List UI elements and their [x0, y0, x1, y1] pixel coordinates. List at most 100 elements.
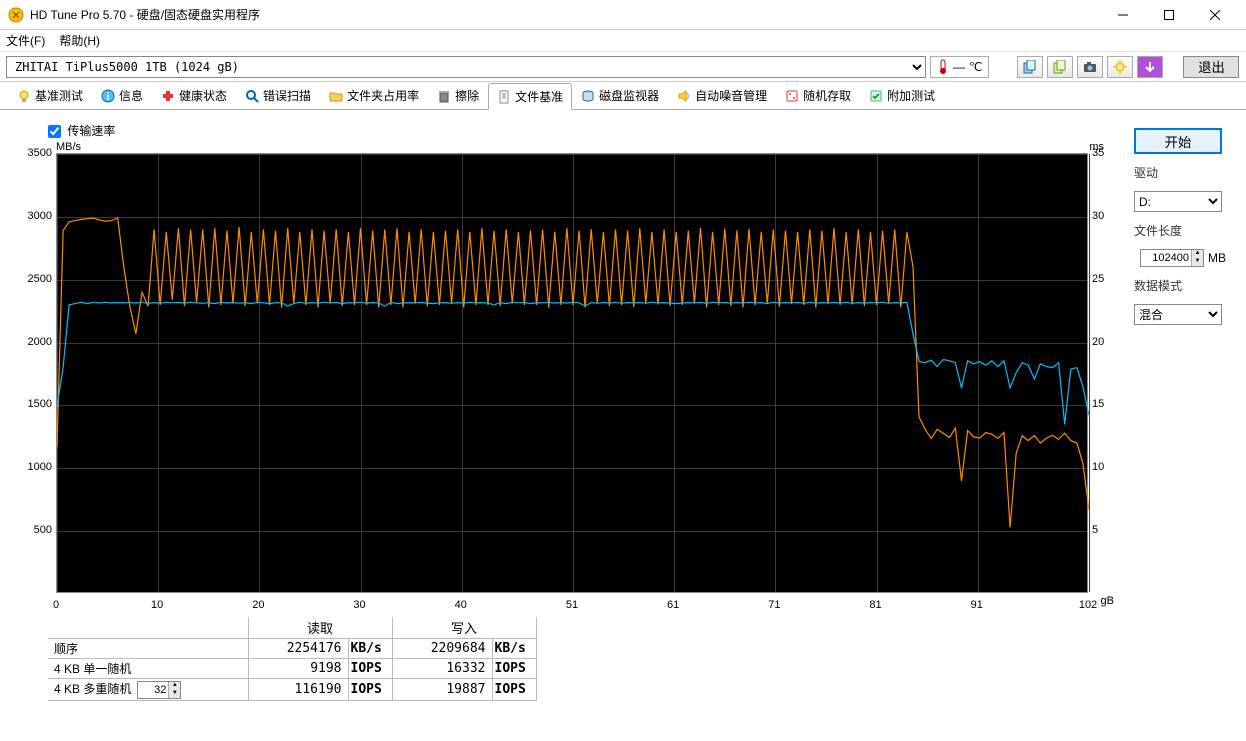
copy-info-button[interactable]: [1017, 56, 1043, 78]
tab-label: 擦除: [455, 87, 479, 104]
read-unit: IOPS: [348, 679, 392, 701]
disk-icon: [581, 89, 595, 103]
y-left-tick: 3000: [16, 210, 52, 222]
tab-label: 磁盘监视器: [599, 87, 659, 104]
minimize-button[interactable]: [1100, 0, 1146, 30]
tab-5[interactable]: 擦除: [428, 82, 488, 109]
copy-result-button[interactable]: [1047, 56, 1073, 78]
app-icon: [8, 7, 24, 23]
titlebar: HD Tune Pro 5.70 - 硬盘/固态硬盘实用程序: [0, 0, 1246, 30]
tab-label: 健康状态: [179, 87, 227, 104]
menu-file[interactable]: 文件(F): [6, 32, 45, 49]
write-unit: IOPS: [492, 659, 536, 679]
temp-value: —: [953, 60, 965, 74]
tab-2[interactable]: 健康状态: [152, 82, 236, 109]
lightbulb-icon: [17, 89, 31, 103]
write-value: 19887: [392, 679, 492, 701]
drive-select[interactable]: ZHITAI TiPlus5000 1TB (1024 gB): [6, 56, 926, 78]
extra-icon: [869, 89, 883, 103]
read-value: 9198: [248, 659, 348, 679]
y-right-tick: 15: [1092, 398, 1114, 410]
read-value: 2254176: [248, 639, 348, 659]
write-unit: IOPS: [492, 679, 536, 701]
column-header-read: 读取: [248, 617, 392, 639]
result-row-label: 4 KB 多重随机▲▼: [48, 679, 248, 701]
settings-button[interactable]: [1107, 56, 1133, 78]
y-left-tick: 2000: [16, 336, 52, 348]
write-value: 16332: [392, 659, 492, 679]
save-button[interactable]: [1137, 56, 1163, 78]
y-right-tick: 5: [1092, 524, 1114, 536]
tab-8[interactable]: 自动噪音管理: [668, 82, 776, 109]
filelen-input[interactable]: [1141, 250, 1191, 266]
temperature-display: — ℃: [930, 56, 989, 78]
filelen-label: 文件长度: [1134, 222, 1234, 239]
x-tick: 61: [667, 599, 679, 611]
toolbar: ZHITAI TiPlus5000 1TB (1024 gB) — ℃ 退出: [0, 52, 1246, 82]
y-left-tick: 500: [16, 524, 52, 536]
filelen-up[interactable]: ▲: [1191, 250, 1203, 258]
file-icon: [497, 90, 511, 104]
tab-label: 文件基准: [515, 88, 563, 105]
tab-3[interactable]: 错误扫描: [236, 82, 320, 109]
search-icon: [245, 89, 259, 103]
result-row-label: 4 KB 单一随机: [48, 659, 248, 679]
series-read_speed_mb_s: [57, 302, 1089, 424]
y-left-tick: 1500: [16, 398, 52, 410]
read-unit: KB/s: [348, 639, 392, 659]
tab-label: 自动噪音管理: [695, 87, 767, 104]
y-right-tick: 10: [1092, 461, 1114, 473]
menu-help[interactable]: 帮助(H): [59, 32, 100, 49]
close-button[interactable]: [1192, 0, 1238, 30]
tab-7[interactable]: 磁盘监视器: [572, 82, 668, 109]
series-write_speed_mb_s: [57, 218, 1089, 527]
filelen-down[interactable]: ▼: [1191, 258, 1203, 266]
temp-unit: ℃: [969, 60, 982, 74]
drive-letter-select[interactable]: D:: [1134, 191, 1222, 212]
maximize-button[interactable]: [1146, 0, 1192, 30]
tab-1[interactable]: i信息: [92, 82, 152, 109]
write-value: 2209684: [392, 639, 492, 659]
qd-up[interactable]: ▲: [168, 682, 180, 690]
results-table: 读取 写入 顺序2254176KB/s2209684KB/s4 KB 单一随机9…: [48, 617, 1124, 701]
queue-depth-input[interactable]: [138, 682, 168, 698]
tab-label: 错误扫描: [263, 87, 311, 104]
filelen-spinner[interactable]: ▲▼: [1140, 249, 1204, 267]
x-tick: 71: [768, 599, 780, 611]
tab-9[interactable]: 随机存取: [776, 82, 860, 109]
y-left-tick: 3500: [16, 147, 52, 159]
transfer-rate-checkbox[interactable]: [48, 125, 61, 138]
tabstrip: 基准测试i信息 健康状态 错误扫描 文件夹占用率 擦除 文件基准 磁盘监视器 自动噪音管理随机…: [0, 82, 1246, 110]
tab-label: 附加测试: [887, 87, 935, 104]
plus-icon: [161, 89, 175, 103]
y-left-tick: 2500: [16, 273, 52, 285]
queue-depth-spinner[interactable]: ▲▼: [137, 681, 181, 699]
x-tick: 40: [455, 599, 467, 611]
tab-label: 文件夹占用率: [347, 87, 419, 104]
write-unit: KB/s: [492, 639, 536, 659]
x-tick: 91: [971, 599, 983, 611]
y-right-tick: 25: [1092, 273, 1114, 285]
exit-button[interactable]: 退出: [1183, 56, 1239, 78]
start-button[interactable]: 开始: [1134, 128, 1222, 154]
column-header-write: 写入: [392, 617, 536, 639]
dice-icon: [785, 89, 799, 103]
tab-label: 信息: [119, 87, 143, 104]
read-unit: IOPS: [348, 659, 392, 679]
trash-icon: [437, 89, 451, 103]
tab-10[interactable]: 附加测试: [860, 82, 944, 109]
qd-down[interactable]: ▼: [168, 690, 180, 698]
screenshot-button[interactable]: [1077, 56, 1103, 78]
tab-4[interactable]: 文件夹占用率: [320, 82, 428, 109]
y-left-tick: 1000: [16, 461, 52, 473]
pattern-select[interactable]: 混合: [1134, 304, 1222, 325]
filelen-unit: MB: [1208, 251, 1226, 265]
x-tick: 10: [151, 599, 163, 611]
x-tick: 0: [53, 599, 59, 611]
drive-label: 驱动: [1134, 164, 1234, 181]
tab-6[interactable]: 文件基准: [488, 83, 572, 110]
tab-0[interactable]: 基准测试: [8, 82, 92, 109]
result-row-label: 顺序: [48, 639, 248, 659]
sound-icon: [677, 89, 691, 103]
window-title: HD Tune Pro 5.70 - 硬盘/固态硬盘实用程序: [30, 6, 1100, 23]
